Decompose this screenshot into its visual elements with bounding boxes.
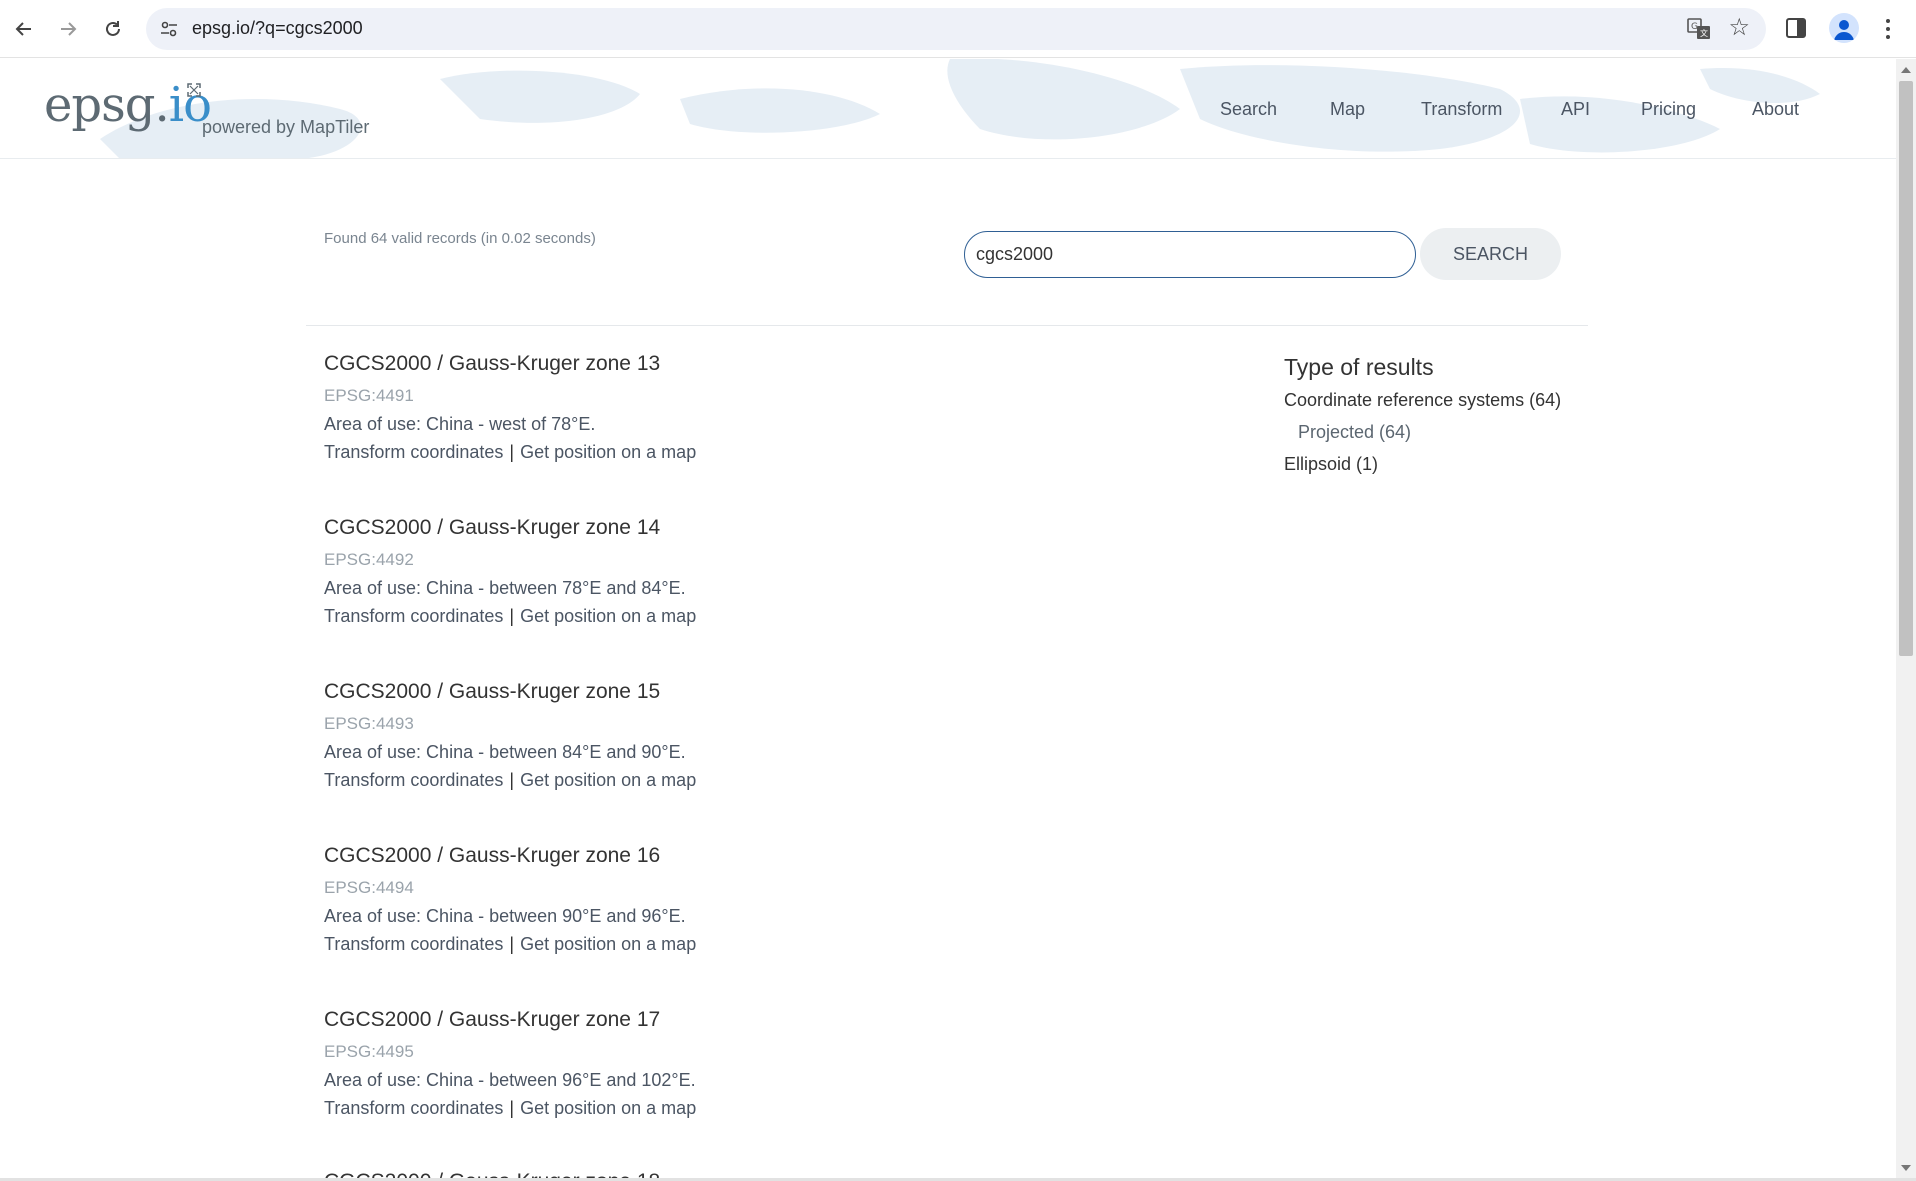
link-separator: | <box>509 934 515 954</box>
result-title[interactable]: CGCS2000 / Gauss-Kruger zone 15 <box>324 680 1024 704</box>
avatar-icon[interactable] <box>1829 13 1859 43</box>
nav-transform[interactable]: Transform <box>1421 99 1502 120</box>
result-type-facets: Type of results Coordinate reference sys… <box>1284 352 1584 475</box>
link-separator: | <box>509 1098 515 1118</box>
url-text[interactable]: epsg.io/?q=cgcs2000 <box>192 18 363 39</box>
address-bar[interactable]: epsg.io/?q=cgcs2000 G文 ☆ <box>146 8 1766 50</box>
back-arrow-icon[interactable] <box>8 13 40 45</box>
browser-toolbar: epsg.io/?q=cgcs2000 G文 ☆ <box>0 0 1916 58</box>
nav-api[interactable]: API <box>1561 99 1590 120</box>
result-code: EPSG:4492 <box>324 550 414 569</box>
translate-icon[interactable]: G文 <box>1686 16 1712 42</box>
nav-about[interactable]: About <box>1752 99 1799 120</box>
map-link[interactable]: Get position on a map <box>520 442 696 462</box>
result-code: EPSG:4491 <box>324 386 414 405</box>
svg-text:文: 文 <box>1700 28 1708 38</box>
result-title[interactable]: CGCS2000 / Gauss-Kruger zone 16 <box>324 844 1024 868</box>
scrollbar[interactable] <box>1896 59 1916 1181</box>
map-link[interactable]: Get position on a map <box>520 1098 696 1118</box>
result-title[interactable]: CGCS2000 / Gauss-Kruger zone 17 <box>324 1008 1024 1032</box>
logo-main-text: epsg. <box>44 77 170 133</box>
result-item: CGCS2000 / Gauss-Kruger zone 17 EPSG:449… <box>324 1008 1024 1119</box>
facets-title: Type of results <box>1284 354 1434 380</box>
result-area: Area of use: China - west of 78°E. <box>324 414 596 434</box>
result-area: Area of use: China - between 90°E and 96… <box>324 906 686 926</box>
result-code: EPSG:4495 <box>324 1042 414 1061</box>
transform-link[interactable]: Transform coordinates <box>324 934 503 954</box>
star-icon[interactable]: ☆ <box>1728 15 1750 41</box>
result-item: CGCS2000 / Gauss-Kruger zone 15 EPSG:449… <box>324 680 1024 791</box>
transform-link[interactable]: Transform coordinates <box>324 606 503 626</box>
side-panel-icon[interactable] <box>1784 16 1808 40</box>
tune-icon[interactable] <box>158 18 180 40</box>
result-item: CGCS2000 / Gauss-Kruger zone 16 EPSG:449… <box>324 844 1024 955</box>
facet-projected[interactable]: Projected (64) <box>1298 421 1584 443</box>
scroll-down-icon[interactable] <box>1901 1165 1911 1171</box>
powered-by-text[interactable]: powered by MapTiler <box>202 117 369 138</box>
result-code: EPSG:4493 <box>324 714 414 733</box>
result-code: EPSG:4494 <box>324 878 414 897</box>
link-separator: | <box>509 606 515 626</box>
link-separator: | <box>509 770 515 790</box>
kebab-menu-icon[interactable] <box>1878 14 1898 44</box>
facet-ellipsoid[interactable]: Ellipsoid (1) <box>1284 453 1584 475</box>
forward-arrow-icon[interactable] <box>52 13 84 45</box>
results-count: Found 64 valid records (in 0.02 seconds) <box>324 230 596 247</box>
scroll-up-icon[interactable] <box>1901 67 1911 73</box>
search-input[interactable] <box>964 231 1416 278</box>
transform-link[interactable]: Transform coordinates <box>324 770 503 790</box>
result-area: Area of use: China - between 78°E and 84… <box>324 578 686 598</box>
facet-crs[interactable]: Coordinate reference systems (64) <box>1284 389 1584 411</box>
map-link[interactable]: Get position on a map <box>520 934 696 954</box>
divider <box>306 325 1588 326</box>
link-separator: | <box>509 442 515 462</box>
map-link[interactable]: Get position on a map <box>520 606 696 626</box>
svg-text:G: G <box>1691 22 1698 32</box>
result-item: CGCS2000 / Gauss-Kruger zone 13 EPSG:449… <box>324 352 1024 463</box>
nav-map[interactable]: Map <box>1330 99 1365 120</box>
transform-link[interactable]: Transform coordinates <box>324 1098 503 1118</box>
nav-pricing[interactable]: Pricing <box>1641 99 1696 120</box>
reload-icon[interactable] <box>97 13 129 45</box>
transform-link[interactable]: Transform coordinates <box>324 442 503 462</box>
result-area: Area of use: China - between 96°E and 10… <box>324 1070 696 1090</box>
search-button[interactable]: SEARCH <box>1420 228 1561 280</box>
scroll-thumb[interactable] <box>1899 81 1913 656</box>
result-area: Area of use: China - between 84°E and 90… <box>324 742 686 762</box>
result-title[interactable]: CGCS2000 / Gauss-Kruger zone 13 <box>324 352 1024 376</box>
result-item: CGCS2000 / Gauss-Kruger zone 14 EPSG:449… <box>324 516 1024 627</box>
site-header: epsg.io powered by MapTiler Search Map T… <box>0 59 1896 159</box>
expand-icon[interactable] <box>186 82 202 98</box>
nav-search[interactable]: Search <box>1220 99 1277 120</box>
map-link[interactable]: Get position on a map <box>520 770 696 790</box>
result-title[interactable]: CGCS2000 / Gauss-Kruger zone 14 <box>324 516 1024 540</box>
